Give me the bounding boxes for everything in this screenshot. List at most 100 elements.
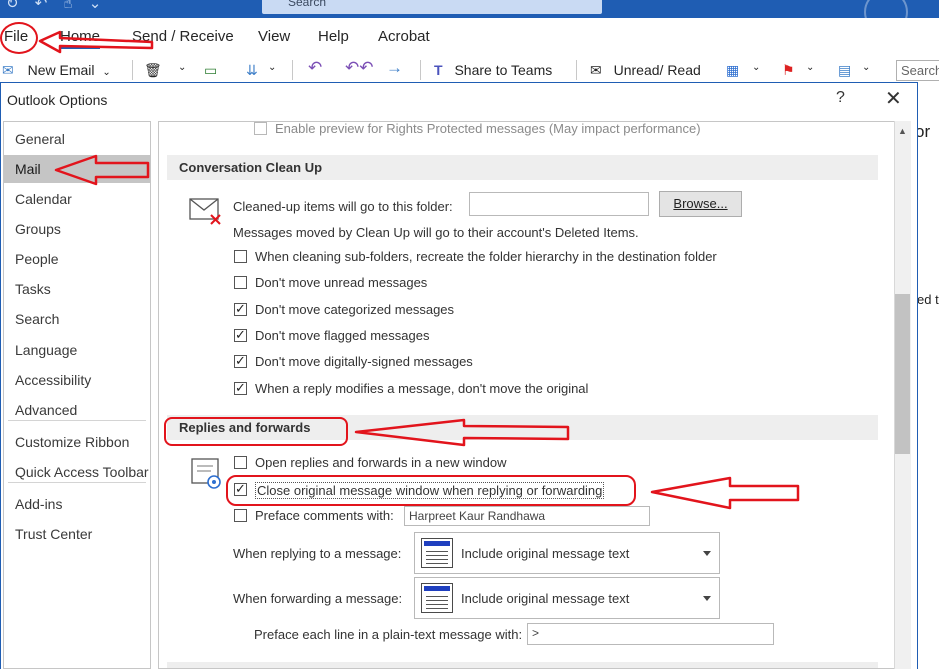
preface-plain-field[interactable]: > [527,623,774,645]
help-icon[interactable]: ? [836,89,845,107]
cleanup-note: Messages moved by Clean Up will go to th… [233,225,639,240]
chevron-down-icon[interactable]: ⌄ [752,62,760,73]
cleanup-envelope-icon [189,198,221,225]
unread-read-label: Unread/ Read [613,62,701,78]
menu-bar: File Home Send / Receive View Help Acrob… [0,18,939,58]
rights-protected-label: Enable preview for Rights Protected mess… [275,121,701,136]
when-forwarding-value: Include original message text [461,591,630,606]
account-icon[interactable] [864,0,908,18]
browse-button-label: Browse... [673,196,728,211]
when-forwarding-dropdown[interactable]: Include original message text [414,577,720,619]
ribbon-separator [420,60,421,80]
when-forwarding-label: When forwarding a message: [233,591,403,606]
cleanup-option-label: When a reply modifies a message, don't m… [255,380,589,396]
nav-item-tasks[interactable]: Tasks [4,275,150,303]
preface-comments-checkbox[interactable] [234,509,247,522]
preface-comments-field[interactable]: Harpreet Kaur Randhawa [404,506,650,526]
mail-icon: ✉ [2,62,14,78]
menu-send-receive[interactable]: Send / Receive [132,28,234,45]
nav-separator [8,482,146,483]
menu-view[interactable]: View [258,28,290,45]
nav-item-calendar[interactable]: Calendar [4,185,150,213]
cleanup-option-checkbox[interactable] [234,276,247,290]
options-nav: General Mail Calendar Groups People Tasks Sear… [3,121,151,669]
new-email-button[interactable]: ✉ New Email ⌄ [2,62,111,79]
teams-icon: T [434,62,443,78]
scroll-up-icon[interactable]: ▲ [898,126,907,136]
unread-read-button[interactable]: ✉ Unread/ Read [590,62,701,79]
nav-item-language[interactable]: Language [4,336,150,364]
scrollbar-thumb[interactable] [895,294,910,454]
cleanup-option-label: Don't move categorized messages [255,301,455,317]
background-text: ed t [917,292,939,307]
categorize-icon[interactable]: ▦ [726,62,739,79]
menu-help[interactable]: Help [318,28,349,45]
cleanup-option-label: Don't move unread messages [255,275,428,291]
search-people-field[interactable]: Search [896,60,939,81]
envelope-open-icon: ✉ [590,62,602,78]
cleanup-option-checkbox[interactable] [234,250,247,263]
nav-item-mail[interactable]: Mail [4,155,150,183]
nav-separator [8,420,146,421]
move-icon[interactable]: ⇊ [246,62,258,79]
nav-item-people[interactable]: People [4,245,150,273]
chevron-down-icon[interactable]: ⌄ [268,62,276,73]
options-content: Enable preview for Rights Protected mess… [158,121,911,669]
chevron-down-icon: ⌄ [102,67,111,78]
chevron-down-icon[interactable]: ⌄ [806,62,814,73]
nav-item-customize-ribbon[interactable]: Customize Ribbon [4,428,150,456]
dialog-title: Outlook Options [7,92,108,108]
ribbon-separator [576,60,577,80]
share-to-teams-label: Share to Teams [454,62,553,78]
reply-all-icon[interactable]: ↶↶ [345,58,374,78]
cleanup-option-checkbox[interactable] [234,327,247,343]
cleanup-folder-field[interactable] [469,192,649,216]
ribbon-separator [132,60,133,80]
section-header-next [167,662,878,668]
open-new-window-label: Open replies and forwards in a new windo… [255,455,507,470]
quick-access-icons[interactable]: ↻ ↶ ☝ ⌄ [6,0,107,12]
cleanup-option-checkbox[interactable] [234,353,247,369]
outlook-title-bar: ↻ ↶ ☝ ⌄ Search [0,0,939,18]
message-format-icon [421,538,453,568]
annotation-circle-file [0,22,38,54]
chevron-down-icon [703,551,711,556]
annotation-box-replies [164,417,348,446]
browse-button[interactable]: Browse... [659,191,742,217]
delete-icon[interactable]: 🗑︎ [144,62,162,79]
chevron-down-icon[interactable]: ⌄ [178,62,186,73]
menu-acrobat[interactable]: Acrobat [378,28,430,45]
rights-protected-checkbox[interactable] [254,122,267,135]
open-new-window-checkbox[interactable] [234,456,247,469]
ribbon: ✉ New Email ⌄ 🗑︎ ⌄ ▭ ⇊ ⌄ ↶ ↶↶ → T Share … [0,58,939,82]
when-replying-label: When replying to a message: [233,546,402,561]
nav-item-accessibility[interactable]: Accessibility [4,366,150,394]
reply-icon[interactable]: ↶ [308,58,322,78]
forward-icon[interactable]: → [386,58,403,78]
chevron-down-icon [703,596,711,601]
reply-settings-icon [191,458,221,489]
section-header-conversation-cleanup: Conversation Clean Up [167,155,878,180]
outlook-options-dialog: Outlook Options ? ✕ General Mail Calendar G… [0,82,918,669]
cleanup-option-checkbox[interactable] [234,301,247,317]
nav-item-groups[interactable]: Groups [4,215,150,243]
share-to-teams-button[interactable]: T Share to Teams [434,62,552,78]
ribbon-separator [292,60,293,80]
policy-icon[interactable]: ▤ [838,62,851,79]
message-format-icon [421,583,453,613]
nav-item-general[interactable]: General [4,125,150,153]
menu-home[interactable]: Home [60,28,101,49]
outlook-search-box[interactable]: Search [262,0,602,14]
chevron-down-icon[interactable]: ⌄ [862,62,870,73]
nav-item-search[interactable]: Search [4,305,150,333]
close-icon[interactable]: ✕ [885,86,902,111]
preface-comments-label: Preface comments with: [255,508,394,523]
annotation-box-close-original [226,475,636,506]
preface-plain-label: Preface each line in a plain-text messag… [254,627,523,642]
flag-icon[interactable]: ⚑ [782,62,795,79]
nav-item-add-ins[interactable]: Add-ins [4,490,150,518]
nav-item-trust-center[interactable]: Trust Center [4,520,150,548]
cleanup-option-checkbox[interactable] [234,380,247,396]
when-replying-dropdown[interactable]: Include original message text [414,532,720,574]
archive-icon[interactable]: ▭ [204,62,217,79]
